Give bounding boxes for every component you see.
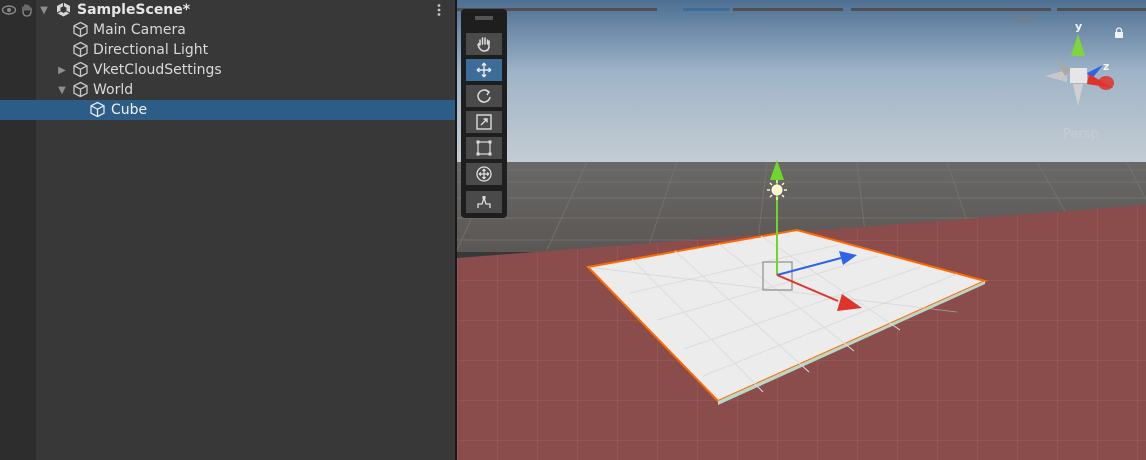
hierarchy-item-world[interactable]: ▼ World [0,80,455,100]
hierarchy-item-label: VketCloudSettings [93,62,222,78]
tools-overlay [461,9,507,218]
rotate-tool-button[interactable] [466,85,502,107]
hierarchy-item-label: World [93,82,134,98]
gameobject-cube-icon [73,41,88,58]
rotate-icon [477,89,491,103]
rect-transform-icon [476,140,492,156]
toolbar-top-edge [457,0,1146,11]
pickability-hand-icon[interactable] [19,2,35,18]
gizmo-y-label: y [1075,20,1082,33]
hierarchy-item-label: Main Camera [93,22,186,38]
foldout-collapsed-arrow[interactable]: ▶ [56,60,68,80]
move-tool-button[interactable] [466,59,502,81]
gameobject-cube-icon [73,21,88,38]
move-arrows-icon [476,62,492,78]
hierarchy-panel: ▼ SampleScene* Main Camera Directional L… [0,0,455,460]
custom-editor-tool-icon [477,195,491,208]
overlay-drag-handle-icon[interactable] [475,16,493,20]
transform-tool-button[interactable] [466,163,502,185]
transform-combined-icon [476,166,492,182]
hierarchy-item-directional-light[interactable]: Directional Light [0,40,455,60]
directional-light-gizmo-icon[interactable] [767,180,787,200]
hierarchy-item-main-camera[interactable]: Main Camera [0,20,455,40]
custom-tool-button[interactable] [466,191,502,213]
scene-view[interactable]: y z Persp [457,0,1146,460]
gizmo-y-cone[interactable] [1071,34,1085,56]
hierarchy-item-label: Directional Light [93,42,209,58]
gizmo-z-label: z [1103,60,1109,73]
hierarchy-item-vketcloudsettings[interactable]: ▶ VketCloudSettings [0,60,455,80]
gameobject-cube-icon [73,81,88,98]
hierarchy-item-label: Cube [111,102,148,118]
scale-icon [476,114,492,130]
scene-root-row[interactable]: ▼ SampleScene* [0,0,455,20]
hierarchy-item-cube[interactable]: Cube [0,100,455,120]
gameobject-cube-icon [73,61,88,78]
scale-tool-button[interactable] [466,111,502,133]
gizmo-center-cube[interactable] [1070,68,1087,83]
hand-icon [477,37,490,52]
gizmo-neg-y-cone[interactable] [1073,84,1083,106]
scene-name: SampleScene* [77,2,191,18]
camera-projection-label[interactable]: Persp [1063,127,1099,142]
rect-tool-button[interactable] [466,137,502,159]
orientation-gizmo[interactable]: y z [1037,18,1127,128]
hand-tool-button[interactable] [466,33,502,55]
scene-foldout-arrow[interactable]: ▼ [38,0,50,20]
orientation-overlay-drag-handle-icon[interactable] [1014,17,1034,22]
visibility-eye-icon[interactable] [1,2,17,18]
unity-scene-icon [56,2,71,17]
foldout-expanded-arrow[interactable]: ▼ [56,80,68,100]
more-options-icon[interactable] [431,2,447,18]
gameobject-cube-icon [90,101,105,118]
